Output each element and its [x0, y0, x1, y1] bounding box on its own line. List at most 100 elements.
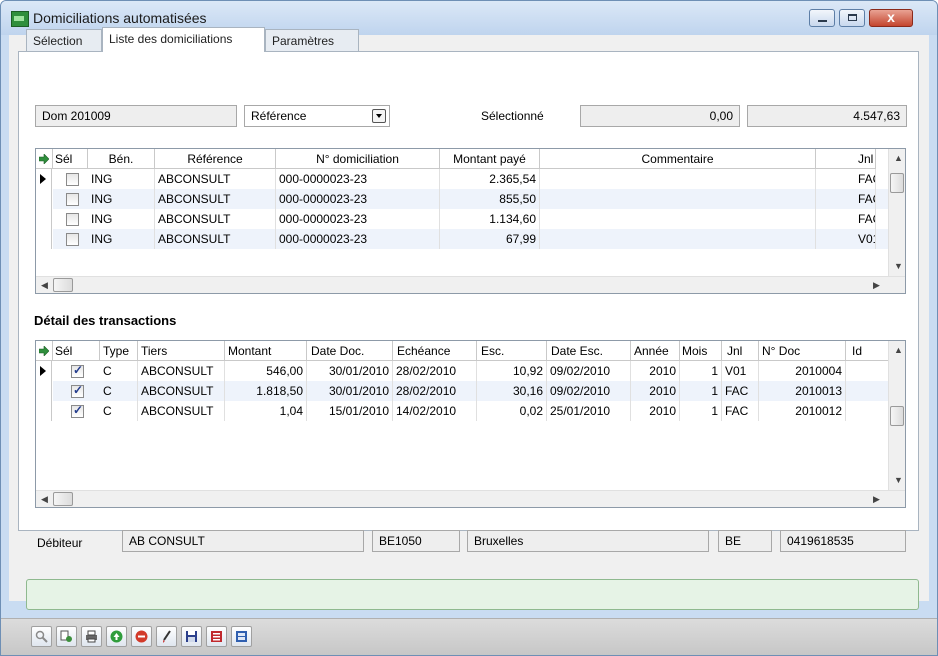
col-header-date-esc[interactable]: Date Esc.	[547, 341, 631, 361]
col-header-sel[interactable]: Sél	[53, 341, 100, 361]
transactions-vscroll[interactable]: ▲ ▼	[888, 341, 905, 491]
list-button[interactable]	[206, 626, 227, 647]
tab-label: Paramètres	[272, 34, 335, 48]
row-select-checkbox[interactable]	[66, 213, 79, 226]
cell-tiers: ABCONSULT	[138, 401, 225, 421]
tab-parametres[interactable]: Paramètres	[265, 29, 359, 51]
transactions-hscroll[interactable]: ◀ ▶	[36, 490, 905, 507]
current-row-icon	[40, 366, 46, 376]
cell-id	[846, 401, 889, 421]
debtor-country-field: BE	[718, 530, 772, 552]
edit-icon	[163, 630, 171, 643]
cell-tiers: ABCONSULT	[138, 361, 225, 381]
cell-jnl: V01	[816, 229, 876, 249]
transactions-grid[interactable]: Sél Type Tiers Montant Date Doc. Echéanc…	[35, 340, 906, 508]
col-header-date-doc[interactable]: Date Doc.	[307, 341, 393, 361]
col-header-montant[interactable]: Montant	[225, 341, 307, 361]
search-icon	[35, 630, 48, 643]
col-header-jnl[interactable]: Jnl	[816, 149, 876, 169]
col-header-tiers[interactable]: Tiers	[138, 341, 225, 361]
cell-jnl: FAC	[816, 189, 876, 209]
row-select-checkbox[interactable]	[66, 233, 79, 246]
domiciliations-hscroll[interactable]: ◀ ▶	[36, 276, 905, 293]
col-header-ndoc[interactable]: N° Doc	[759, 341, 846, 361]
tab-liste-domiciliations[interactable]: Liste des domiciliations	[102, 27, 265, 52]
row-indicator[interactable]	[36, 381, 52, 401]
col-header-annee[interactable]: Année	[631, 341, 680, 361]
grid-icon	[236, 631, 247, 642]
scroll-up-icon[interactable]: ▲	[894, 345, 903, 355]
scroll-up-icon[interactable]: ▲	[894, 153, 903, 163]
sort-select[interactable]: Référence	[244, 105, 390, 127]
cell-montant: 1.818,50	[225, 381, 307, 401]
scroll-left-icon[interactable]: ◀	[41, 494, 48, 505]
scroll-thumb[interactable]	[890, 173, 904, 193]
cell-ben: ING	[88, 189, 155, 209]
col-header-sel[interactable]: Sél	[53, 149, 88, 169]
cell-dom: 000-0000023-23	[276, 209, 440, 229]
debtor-label: Débiteur	[37, 536, 83, 550]
col-header-reference[interactable]: Référence	[155, 149, 276, 169]
row-indicator[interactable]	[36, 401, 52, 421]
scroll-down-icon[interactable]: ▼	[894, 261, 903, 271]
close-button[interactable]: x	[869, 9, 913, 27]
cell-annee: 2010	[631, 361, 680, 381]
row-select-checkbox[interactable]	[71, 363, 84, 378]
scroll-thumb[interactable]	[890, 406, 904, 426]
row-select-checkbox[interactable]	[66, 173, 79, 186]
row-select-checkbox[interactable]	[71, 383, 84, 398]
cell-type: C	[100, 381, 138, 401]
save-button[interactable]	[181, 626, 202, 647]
edit-button[interactable]	[156, 626, 177, 647]
search-button[interactable]	[31, 626, 52, 647]
cell-ndoc: 2010004	[759, 361, 846, 381]
cell-commentaire	[540, 189, 816, 209]
col-header-type[interactable]: Type	[100, 341, 138, 361]
col-header-echeance[interactable]: Echéance	[393, 341, 477, 361]
window-title: Domiciliations automatisées	[33, 10, 207, 26]
row-indicator[interactable]	[36, 189, 52, 209]
scroll-left-icon[interactable]: ◀	[41, 280, 48, 291]
domiciliations-grid[interactable]: Sél Bén. Référence N° domiciliation Mont…	[35, 148, 906, 294]
cell-montant: 1.134,60	[440, 209, 540, 229]
col-header-jnl[interactable]: Jnl	[722, 341, 759, 361]
domiciliations-vscroll[interactable]: ▲ ▼	[888, 149, 905, 277]
col-header-domiciliation[interactable]: N° domiciliation	[276, 149, 440, 169]
cell-id	[846, 381, 889, 401]
row-indicator[interactable]	[36, 229, 52, 249]
filter-button[interactable]	[56, 626, 77, 647]
col-header-ben[interactable]: Bén.	[88, 149, 155, 169]
row-select-checkbox[interactable]	[66, 193, 79, 206]
col-header-montant[interactable]: Montant payé	[440, 149, 540, 169]
maximize-button[interactable]	[839, 9, 865, 27]
remove-icon	[135, 630, 148, 643]
row-indicator[interactable]	[36, 209, 52, 229]
row-select-checkbox[interactable]	[71, 403, 84, 418]
col-header-id[interactable]: Id	[846, 341, 889, 361]
scroll-thumb[interactable]	[53, 278, 73, 292]
cell-mois: 1	[680, 401, 722, 421]
tab-selection[interactable]: Sélection	[26, 29, 102, 51]
cell-type: C	[100, 361, 138, 381]
scroll-right-icon[interactable]: ▶	[873, 280, 880, 291]
scroll-down-icon[interactable]: ▼	[894, 475, 903, 485]
arrow-right-icon	[39, 346, 49, 356]
cell-dom: 000-0000023-23	[276, 229, 440, 249]
row-indicator[interactable]	[36, 361, 52, 381]
add-button[interactable]	[106, 626, 127, 647]
cell-annee: 2010	[631, 381, 680, 401]
cell-mois: 1	[680, 361, 722, 381]
scroll-right-icon[interactable]: ▶	[873, 494, 880, 505]
grid-button[interactable]	[231, 626, 252, 647]
col-header-commentaire[interactable]: Commentaire	[540, 149, 816, 169]
print-button[interactable]	[81, 626, 102, 647]
scroll-thumb[interactable]	[53, 492, 73, 506]
minimize-button[interactable]	[809, 9, 835, 27]
col-header-esc[interactable]: Esc.	[477, 341, 547, 361]
remove-button[interactable]	[131, 626, 152, 647]
chevron-down-icon[interactable]	[372, 109, 386, 123]
close-icon: x	[887, 9, 895, 25]
col-header-mois[interactable]: Mois	[680, 341, 722, 361]
row-indicator[interactable]	[36, 169, 52, 189]
maximize-icon	[848, 14, 857, 21]
